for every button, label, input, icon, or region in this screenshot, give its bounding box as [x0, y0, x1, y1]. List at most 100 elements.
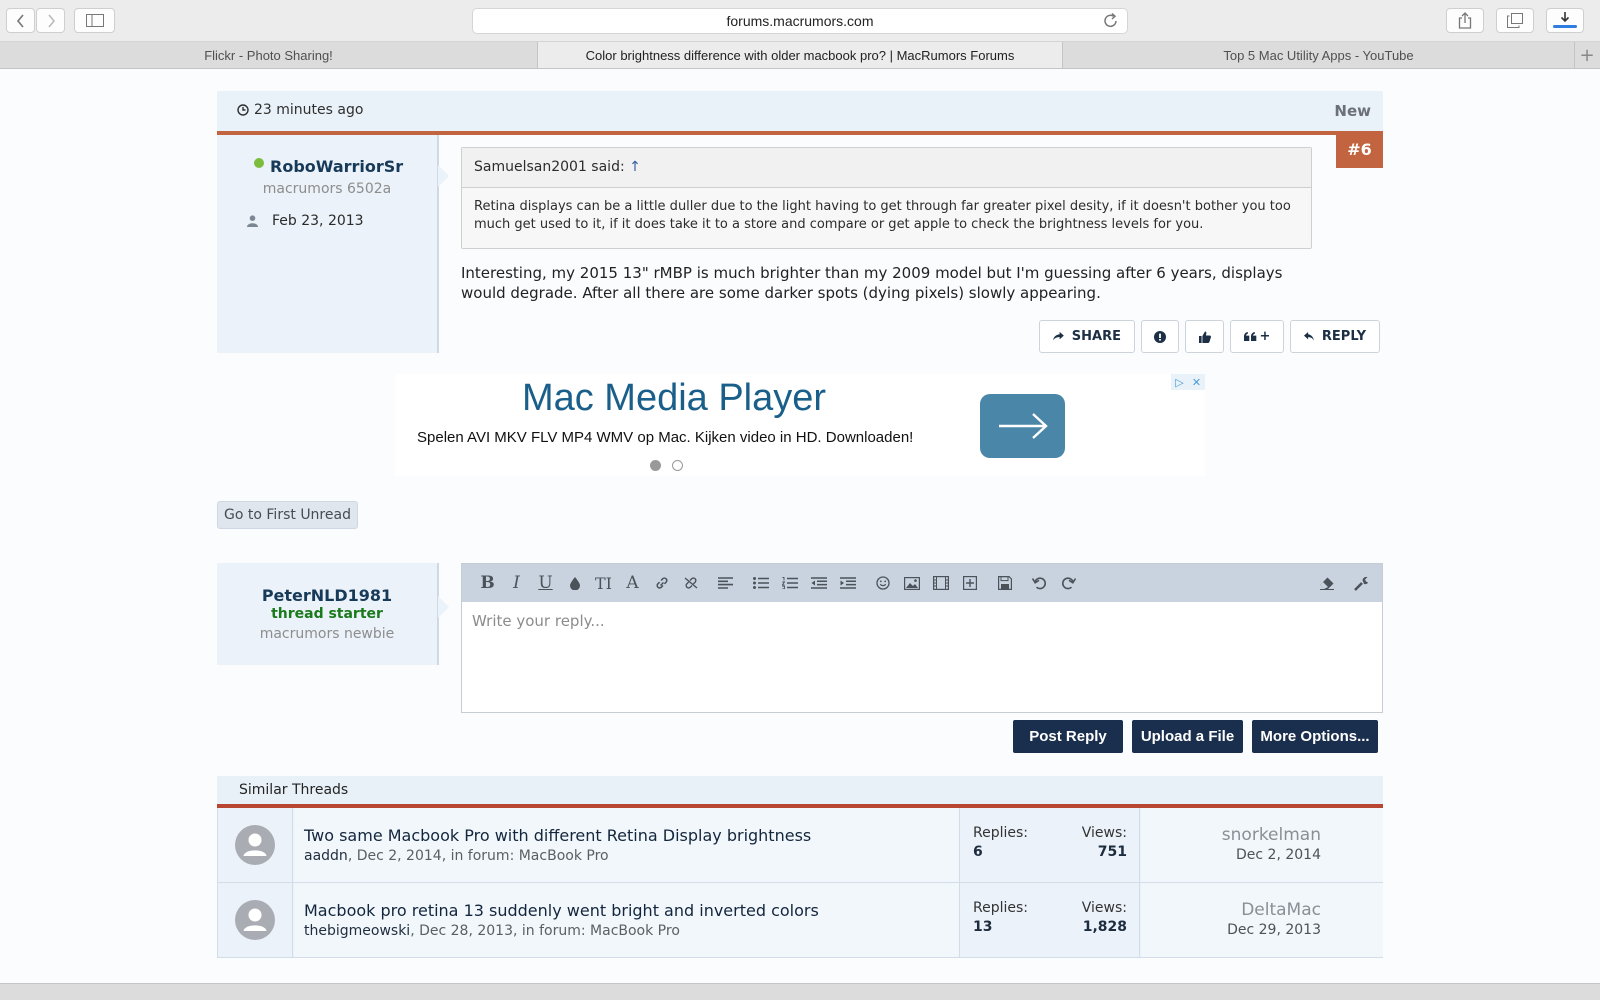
link-icon[interactable]: [647, 571, 676, 595]
save-draft-icon[interactable]: [990, 571, 1019, 595]
thread-main: Macbook pro retina 13 suddenly went brig…: [294, 883, 960, 957]
editor-settings-icon[interactable]: [1347, 571, 1376, 595]
arrow-right-icon: [998, 413, 1048, 439]
text-color-icon[interactable]: [560, 571, 589, 595]
upload-file-button[interactable]: Upload a File: [1132, 720, 1243, 753]
reply-user-info: PeterNLD1981 thread starter macrumors ne…: [217, 563, 449, 665]
tab-macrumors[interactable]: Color brightness difference with older m…: [538, 42, 1063, 68]
last-post-date[interactable]: Dec 2, 2014: [1141, 847, 1321, 863]
insert-icon[interactable]: [955, 571, 984, 595]
last-post-user[interactable]: snorkelman: [1141, 825, 1321, 845]
undo-icon[interactable]: [1025, 571, 1054, 595]
forward-button[interactable]: [36, 8, 65, 33]
thread-avatar[interactable]: [218, 808, 293, 882]
thread-date-forum: , Dec 2, 2014, in forum: MacBook Pro: [347, 848, 609, 864]
media-icon[interactable]: [926, 571, 955, 595]
similar-thread-row: Macbook pro retina 13 suddenly went brig…: [217, 883, 1383, 958]
browser-toolbar: forums.macrumors.com: [0, 0, 1600, 42]
ad-close-icon[interactable]: ✕: [1188, 374, 1205, 390]
similar-threads-heading: Similar Threads: [217, 776, 1383, 804]
tab-youtube[interactable]: Top 5 Mac Utility Apps - YouTube: [1063, 42, 1575, 68]
back-button[interactable]: [6, 8, 35, 33]
thread-stats: Replies: 13 Views: 1,828: [961, 883, 1140, 957]
download-icon: [1560, 11, 1570, 22]
report-button[interactable]: [1141, 320, 1179, 353]
bullet-list-icon[interactable]: [746, 571, 775, 595]
indent-icon[interactable]: [833, 571, 862, 595]
avatar-placeholder-icon: [235, 900, 275, 940]
ad-text: Spelen AVI MKV FLV MP4 WMV op Mac. Kijke…: [417, 429, 914, 446]
ad-page-dot[interactable]: [672, 460, 683, 471]
post-reply-button[interactable]: Post Reply: [1013, 720, 1123, 753]
reply-arrow-icon: [1304, 331, 1314, 341]
new-tab-button[interactable]: +: [1574, 42, 1600, 68]
quote-header: Samuelsan2001 said: ↑: [462, 148, 1311, 188]
replies-count: 13: [973, 919, 993, 935]
thread-main: Two same Macbook Pro with different Reti…: [294, 808, 960, 882]
thread-title[interactable]: Macbook pro retina 13 suddenly went brig…: [304, 901, 949, 920]
underline-icon[interactable]: U: [531, 571, 560, 595]
thread-avatar[interactable]: [218, 883, 293, 957]
reply-username[interactable]: PeterNLD1981: [217, 586, 437, 605]
ad-arrow-button[interactable]: [980, 394, 1065, 458]
last-post-user[interactable]: DeltaMac: [1141, 900, 1321, 920]
sidebar-button[interactable]: [74, 8, 115, 33]
similar-thread-row: Two same Macbook Pro with different Reti…: [217, 808, 1383, 883]
tab-bar: Flickr - Photo Sharing! Color brightness…: [0, 42, 1600, 69]
font-family-icon[interactable]: A: [618, 571, 647, 595]
advertisement[interactable]: Mac Media Player Spelen AVI MKV FLV MP4 …: [395, 374, 1205, 476]
tab-label: Flickr - Photo Sharing!: [204, 47, 333, 63]
bold-icon[interactable]: B: [473, 571, 502, 595]
like-button[interactable]: [1185, 320, 1224, 353]
thread-author[interactable]: thebigmeowski: [304, 923, 410, 939]
downloads-button[interactable]: [1546, 8, 1584, 33]
reply-textarea[interactable]: [462, 602, 1382, 712]
font-size-icon[interactable]: TI: [589, 571, 618, 595]
post-time[interactable]: 23 minutes ago: [237, 102, 363, 118]
share-post-button[interactable]: SHARE: [1039, 320, 1135, 353]
thread-date-forum: , Dec 28, 2013, in forum: MacBook Pro: [410, 923, 680, 939]
smiley-icon[interactable]: [868, 571, 897, 595]
remove-formatting-icon[interactable]: [1312, 571, 1341, 595]
new-badge: New: [1334, 102, 1371, 120]
tab-label: Top 5 Mac Utility Apps - YouTube: [1223, 47, 1414, 63]
reply-button[interactable]: REPLY: [1290, 320, 1380, 353]
multiquote-button[interactable]: +: [1230, 320, 1284, 353]
numbered-list-icon[interactable]: [775, 571, 804, 595]
views-label: Views:: [1081, 825, 1127, 841]
go-to-first-unread-button[interactable]: Go to First Unread: [217, 501, 358, 529]
user-cell-arrow: [438, 596, 449, 618]
reload-icon[interactable]: [1103, 12, 1119, 29]
quote-icon: [1243, 332, 1256, 341]
ad-title[interactable]: Mac Media Player: [395, 377, 953, 420]
last-post-date[interactable]: Dec 29, 2013: [1141, 922, 1321, 938]
views-stat: Views: 1,828: [1082, 900, 1127, 935]
ad-page-dot[interactable]: [650, 460, 661, 471]
redo-icon[interactable]: [1054, 571, 1083, 595]
unlink-icon[interactable]: [676, 571, 705, 595]
outdent-icon[interactable]: [804, 571, 833, 595]
share-button[interactable]: [1446, 8, 1484, 33]
thread-last-post: snorkelman Dec 2, 2014: [1141, 808, 1383, 882]
thread-starter-badge: thread starter: [271, 606, 383, 622]
online-status-icon: [254, 158, 264, 168]
tab-flickr[interactable]: Flickr - Photo Sharing!: [0, 42, 538, 68]
post-username[interactable]: RoboWarriorSr: [270, 157, 403, 176]
image-icon[interactable]: [897, 571, 926, 595]
ad-pagination: [650, 460, 683, 471]
sidebar-icon: [85, 14, 104, 27]
ad-choices-icon[interactable]: ▷: [1171, 374, 1188, 390]
user-cell-arrow: [438, 165, 449, 187]
tabs-overview-button[interactable]: [1496, 8, 1534, 33]
reply-form-buttons: Post Reply Upload a File More Options...: [1013, 720, 1378, 753]
reply-user-title: macrumors newbie: [259, 626, 395, 642]
post-number[interactable]: #6: [1336, 131, 1383, 168]
quote-jump-link[interactable]: ↑: [629, 159, 641, 175]
address-bar[interactable]: forums.macrumors.com: [472, 8, 1128, 34]
thread-title[interactable]: Two same Macbook Pro with different Reti…: [304, 826, 949, 845]
thread-author[interactable]: aaddn: [304, 848, 348, 864]
align-icon[interactable]: [711, 571, 740, 595]
ad-choices[interactable]: ▷ ✕: [1171, 374, 1205, 390]
more-options-button[interactable]: More Options...: [1252, 720, 1378, 753]
italic-icon[interactable]: I: [502, 571, 531, 595]
